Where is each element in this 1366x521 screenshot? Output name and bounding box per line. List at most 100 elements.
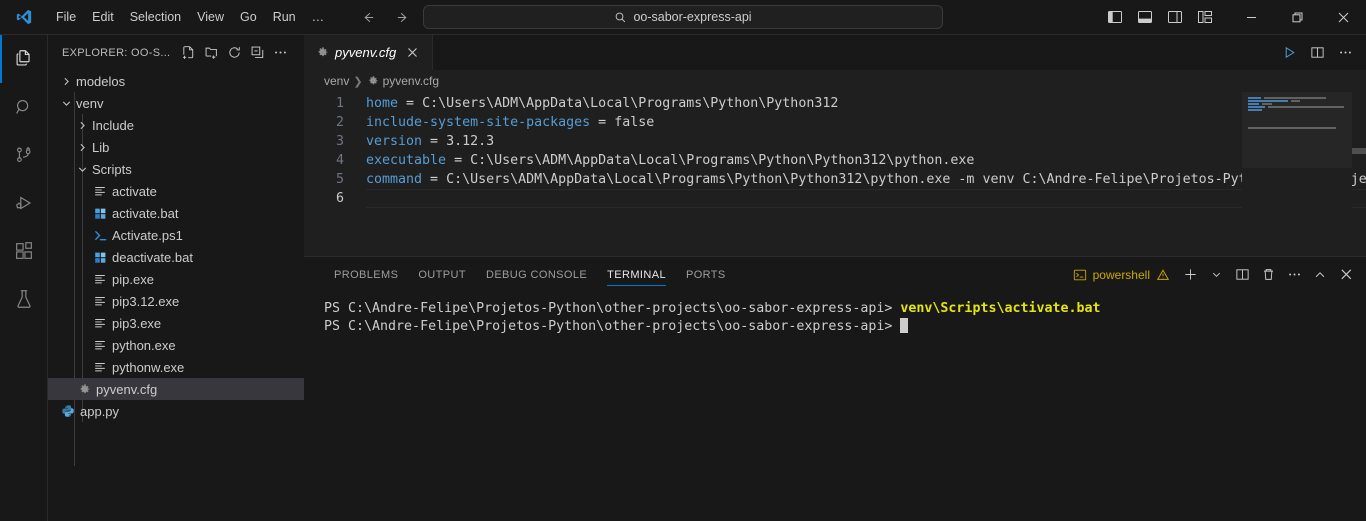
powershell-icon	[90, 228, 110, 243]
tree-row-activate-ps1[interactable]: Activate.ps1	[48, 224, 304, 246]
terminal-tab-powershell[interactable]: powershell	[1071, 268, 1176, 282]
tree-row-pip312-exe[interactable]: pip3.12.exe	[48, 290, 304, 312]
forward-arrow-icon[interactable]	[392, 7, 412, 27]
tree-label: venv	[76, 95, 104, 111]
code-value: C:\Users\ADM\AppData\Local\Programs\Pyth…	[446, 172, 1366, 187]
activity-item-testing[interactable]	[0, 275, 48, 323]
more-actions-icon[interactable]	[269, 42, 291, 64]
new-folder-icon[interactable]	[200, 42, 222, 64]
maximize-button[interactable]	[1274, 0, 1320, 35]
customize-layout-icon[interactable]	[1192, 4, 1218, 30]
tree-row-venv[interactable]: venv	[48, 92, 304, 114]
minimize-button[interactable]	[1228, 0, 1274, 35]
code-operator: =	[590, 115, 615, 130]
title-bar: File Edit Selection View Go Run … oo-sab…	[0, 0, 1366, 35]
menu-item-selection[interactable]: Selection	[122, 7, 189, 27]
breadcrumb-item-pyvenv-cfg[interactable]: pyvenv.cfg	[367, 74, 439, 88]
refresh-icon[interactable]	[223, 42, 245, 64]
minimap[interactable]	[1242, 92, 1352, 256]
tree-row-app-py[interactable]: app.py	[48, 400, 304, 422]
code-key: include-system-site-packages	[366, 115, 591, 130]
line-number: 3	[335, 134, 344, 149]
tab-ports[interactable]: PORTS	[676, 257, 736, 292]
chevron-right-icon	[74, 119, 90, 132]
tab-pyvenv-cfg[interactable]: pyvenv.cfg	[304, 35, 434, 70]
breadcrumb-item-venv[interactable]: venv	[324, 74, 349, 88]
tree-label: pythonw.exe	[112, 359, 185, 375]
tree-row-deactivate-bat[interactable]: deactivate.bat	[48, 246, 304, 268]
run-python-file-icon[interactable]	[1276, 40, 1302, 66]
more-actions-icon[interactable]	[1282, 263, 1306, 287]
activity-item-source-control[interactable]	[0, 131, 48, 179]
editor-actions	[433, 35, 1366, 70]
maximize-panel-icon[interactable]	[1308, 263, 1332, 287]
navigation-arrows	[358, 7, 412, 27]
collapse-all-icon[interactable]	[246, 42, 268, 64]
minimap-slider[interactable]	[1242, 92, 1352, 168]
menu-item-edit[interactable]: Edit	[84, 7, 122, 27]
menu-item-view[interactable]: View	[189, 7, 232, 27]
tree-row-include[interactable]: Include	[48, 114, 304, 136]
split-editor-icon[interactable]	[1304, 40, 1330, 66]
editor-tabs: pyvenv.cfg	[304, 35, 1366, 70]
tree-row-pip3-exe[interactable]: pip3.exe	[48, 312, 304, 334]
tree-row-python-exe[interactable]: python.exe	[48, 334, 304, 356]
terminal-line: PS C:\Andre-Felipe\Projetos-Python\other…	[324, 300, 1366, 318]
kill-terminal-icon[interactable]	[1256, 263, 1280, 287]
tree-row-scripts[interactable]: Scripts	[48, 158, 304, 180]
toggle-secondary-sidebar-icon[interactable]	[1162, 4, 1188, 30]
text-editor[interactable]: 1 2 3 4 5 6 home = C:\Users\ADM\AppData\…	[304, 92, 1366, 256]
close-panel-icon[interactable]	[1334, 263, 1358, 287]
activity-item-explorer[interactable]	[0, 35, 48, 83]
editor-scrollbar-thumb[interactable]	[1352, 148, 1366, 154]
close-icon[interactable]	[402, 43, 422, 63]
command-center-search[interactable]: oo-sabor-express-api	[423, 5, 943, 29]
windows-bat-icon	[90, 207, 110, 220]
tree-row-pip-exe[interactable]: pip.exe	[48, 268, 304, 290]
back-arrow-icon[interactable]	[358, 7, 378, 27]
activity-item-extensions[interactable]	[0, 227, 48, 275]
line-number: 2	[335, 115, 344, 130]
terminal-output[interactable]: PS C:\Andre-Felipe\Projetos-Python\other…	[304, 292, 1366, 521]
menu-item-file[interactable]: File	[48, 7, 84, 27]
tree-label: pip.exe	[112, 271, 154, 287]
activity-bar	[0, 35, 48, 521]
new-file-icon[interactable]	[177, 42, 199, 64]
tree-row-pythonw-exe[interactable]: pythonw.exe	[48, 356, 304, 378]
code-content[interactable]: home = C:\Users\ADM\AppData\Local\Progra…	[366, 92, 1366, 256]
tree-row-lib[interactable]: Lib	[48, 136, 304, 158]
terminal-line: PS C:\Andre-Felipe\Projetos-Python\other…	[324, 317, 1366, 336]
search-icon	[616, 12, 626, 22]
terminal-dropdown-icon[interactable]	[1204, 263, 1228, 287]
tree-label: deactivate.bat	[112, 249, 193, 265]
code-value: C:\Users\ADM\AppData\Local\Programs\Pyth…	[470, 153, 975, 168]
tab-terminal[interactable]: TERMINAL	[597, 257, 676, 292]
activity-item-run-and-debug[interactable]	[0, 179, 48, 227]
menu-item-go[interactable]: Go	[232, 7, 265, 27]
menu-item-run[interactable]: Run	[265, 7, 304, 27]
extensions-icon	[15, 242, 32, 259]
more-actions-icon[interactable]	[1332, 40, 1358, 66]
tab-debug-console[interactable]: DEBUG CONSOLE	[476, 257, 597, 292]
toggle-primary-sidebar-icon[interactable]	[1102, 4, 1128, 30]
code-key: command	[366, 172, 423, 187]
text-file-icon	[90, 338, 110, 352]
tab-output[interactable]: OUTPUT	[408, 257, 476, 292]
tab-label: pyvenv.cfg	[335, 45, 397, 60]
menu-item-more[interactable]: …	[304, 7, 333, 27]
tree-row-activate-bat[interactable]: activate.bat	[48, 202, 304, 224]
editor-scrollbar[interactable]	[1352, 92, 1366, 256]
split-terminal-icon[interactable]	[1230, 263, 1254, 287]
line-number: 5	[335, 172, 344, 187]
tree-row-modelos[interactable]: modelos	[48, 70, 304, 92]
new-terminal-icon[interactable]	[1178, 263, 1202, 287]
toggle-panel-icon[interactable]	[1132, 4, 1158, 30]
code-value: 3.12.3	[446, 134, 495, 149]
tree-row-pyvenv-cfg[interactable]: pyvenv.cfg	[48, 378, 304, 400]
text-file-icon	[90, 272, 110, 286]
source-control-icon	[16, 146, 31, 162]
tab-problems[interactable]: PROBLEMS	[324, 257, 408, 292]
tree-row-activate[interactable]: activate	[48, 180, 304, 202]
close-button[interactable]	[1320, 0, 1366, 35]
activity-item-search[interactable]	[0, 83, 48, 131]
